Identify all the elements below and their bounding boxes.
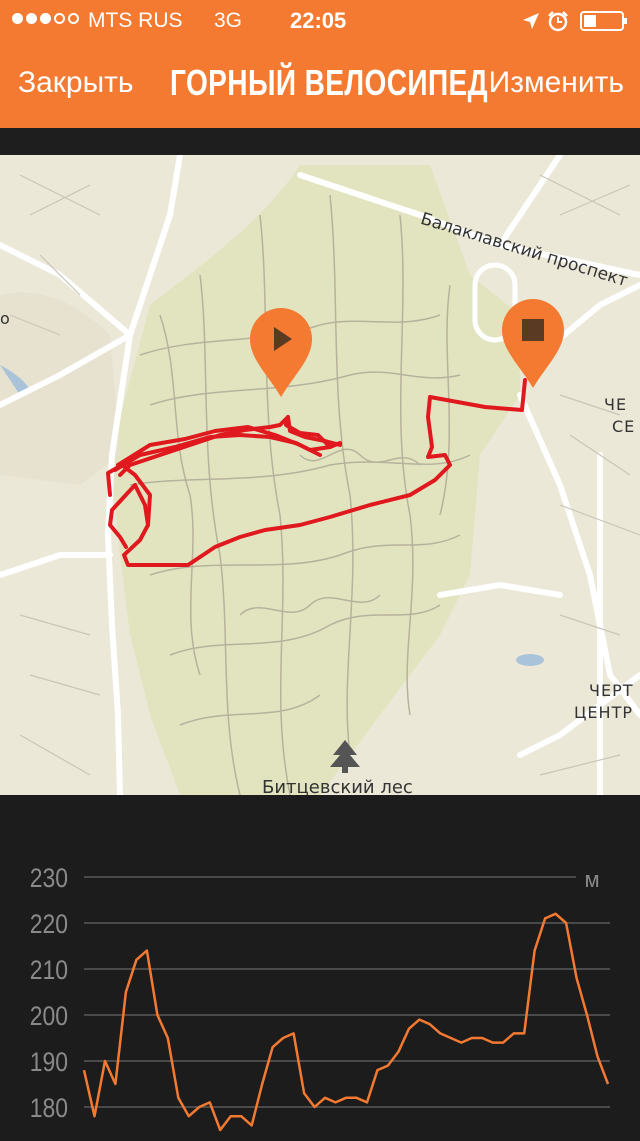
finish-marker[interactable] — [500, 298, 566, 390]
route-map[interactable]: Балаклавский проспект ЧЕ СЕ ЧЕРТ ЦЕНТР Б… — [0, 155, 640, 795]
unit-label: м — [584, 867, 599, 892]
signal-dot — [26, 13, 37, 24]
y-tick-label: 200 — [30, 1001, 68, 1031]
district-label: ЧЕ — [604, 395, 628, 414]
district-label: ЧЕРТ — [589, 681, 634, 700]
status-time: 22:05 — [290, 8, 347, 33]
navigation-bar: Закрыть ГОРНЫЙ ВЕЛОСИПЕД Изменить — [0, 40, 640, 128]
elevation-line — [82, 912, 610, 1132]
map-edge-label: о — [0, 309, 10, 328]
y-tick-label: 210 — [30, 955, 68, 985]
signal-strength-icon — [12, 13, 79, 24]
location-arrow-icon — [523, 13, 539, 29]
elevation-chart[interactable]: 230 220 210 200 190 180 м — [0, 795, 640, 1136]
start-marker[interactable] — [248, 307, 314, 399]
y-tick-label: 220 — [30, 909, 68, 939]
y-tick-label: 230 — [30, 863, 68, 893]
page-title: ГОРНЫЙ ВЕЛОСИПЕД — [170, 62, 489, 103]
elevation-chart-canvas: 230 220 210 200 190 180 м — [30, 863, 610, 1132]
battery-icon — [580, 11, 627, 31]
y-tick-label: 180 — [30, 1093, 68, 1123]
forest-label: Битцевский лес — [262, 777, 413, 795]
signal-dot — [40, 13, 51, 24]
network-type: 3G — [214, 9, 243, 32]
y-tick-label: 190 — [30, 1047, 68, 1077]
signal-dot — [12, 13, 23, 24]
edit-button[interactable]: Изменить — [489, 66, 624, 100]
signal-dot — [54, 13, 65, 24]
close-button[interactable]: Закрыть — [18, 66, 134, 100]
alarm-clock-icon — [548, 11, 568, 32]
divider — [0, 128, 640, 155]
carrier-name: MTS RUS — [88, 9, 183, 32]
district-label: ЦЕНТР — [574, 703, 633, 722]
district-label: СЕ — [612, 417, 636, 436]
stop-icon — [522, 319, 544, 341]
status-bar: MTS RUS 3G 22:05 — [0, 0, 640, 40]
signal-dot — [68, 13, 79, 24]
